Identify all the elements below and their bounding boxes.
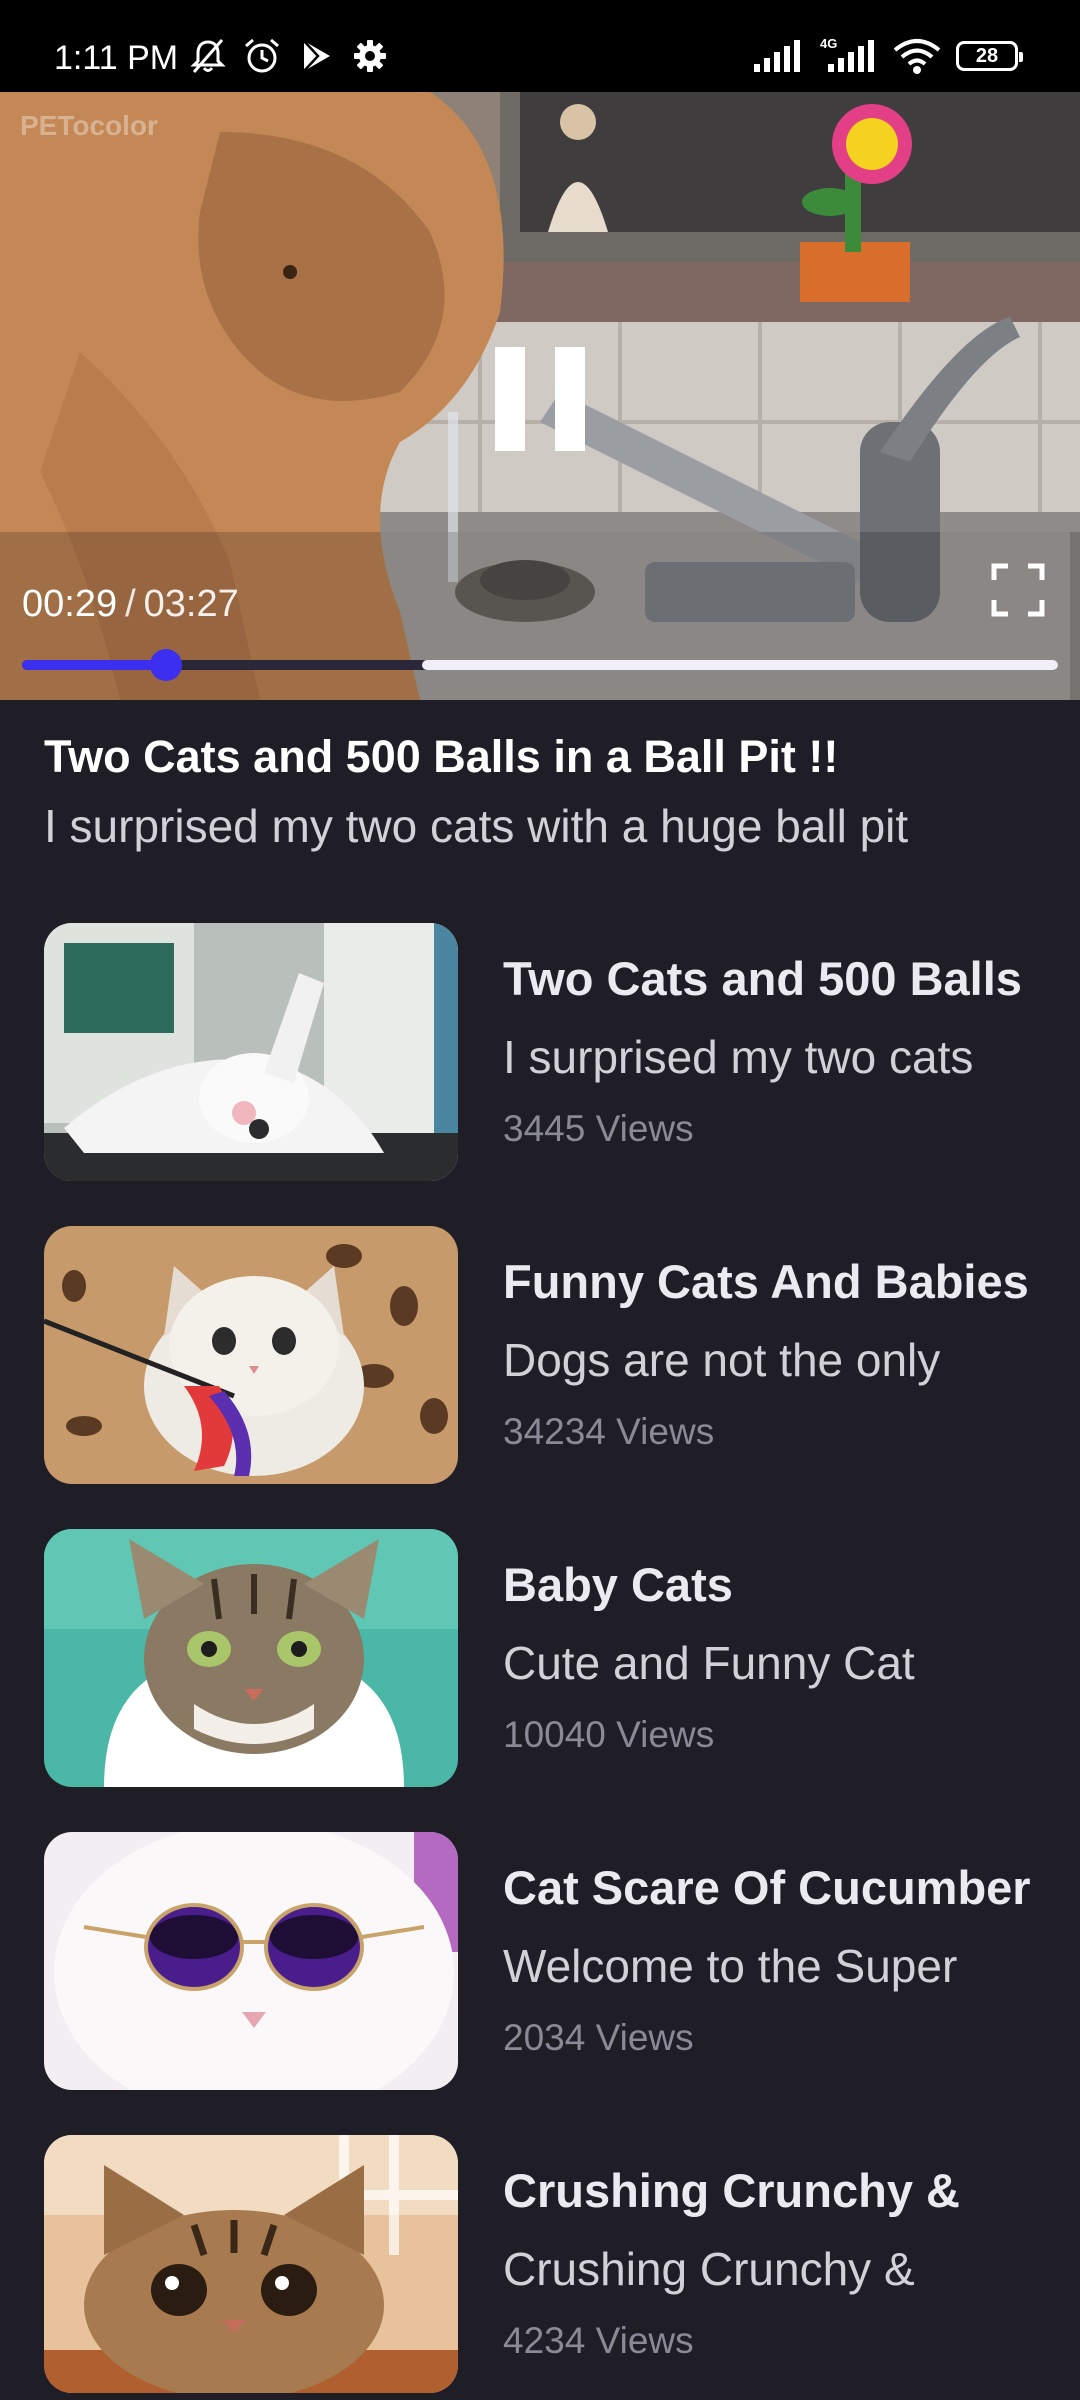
battery-icon: 28 — [956, 41, 1023, 71]
fullscreen-icon[interactable] — [990, 562, 1046, 618]
pause-bar-left — [495, 347, 525, 451]
video-player[interactable]: PETocolor 00:29/03:27 — [0, 92, 1080, 700]
video-thumbnail — [44, 1529, 458, 1787]
related-video-item[interactable]: Baby Cats Cute and Funny Cat 10040 Views — [0, 1529, 1080, 1787]
signal-4g-icon: 4G — [818, 36, 878, 76]
seek-bar-thumb[interactable] — [150, 649, 182, 681]
item-description: Welcome to the Super — [503, 1940, 958, 1992]
item-description: Crushing Crunchy & — [503, 2243, 915, 2295]
item-views: 4234 Views — [503, 2320, 694, 2361]
item-title: Crushing Crunchy & — [503, 2164, 960, 2217]
seek-bar[interactable] — [22, 649, 1058, 681]
item-title: Two Cats and 500 Balls — [503, 952, 1022, 1005]
item-views: 3445 Views — [503, 1108, 694, 1149]
video-description: I surprised my two cats with a huge ball… — [44, 800, 909, 852]
status-system-icons: 4G 28 — [752, 36, 1023, 76]
video-thumbnail — [44, 1226, 458, 1484]
seek-bar-buffered — [421, 660, 1058, 670]
wifi-icon — [892, 36, 942, 76]
battery-level: 28 — [975, 44, 999, 67]
muted-bell-icon — [188, 36, 228, 76]
time-separator: / — [125, 583, 136, 625]
item-title: Funny Cats And Babies — [503, 1255, 1029, 1308]
video-thumbnail — [44, 2135, 458, 2393]
current-time: 00:29 — [22, 583, 118, 625]
item-title: Baby Cats — [503, 1558, 733, 1611]
pause-bar-right — [555, 347, 585, 451]
seek-bar-played — [22, 660, 166, 670]
play-store-icon — [296, 36, 336, 76]
related-video-item[interactable]: Cat Scare Of Cucumber Welcome to the Sup… — [0, 1832, 1080, 2090]
status-notification-icons — [188, 36, 390, 76]
status-bar: 1:11 PM 4G 28 — [0, 0, 1080, 92]
time-readout: 00:29/03:27 — [22, 582, 239, 626]
alarm-icon — [242, 36, 282, 76]
network-type-label: 4G — [820, 36, 837, 51]
video-watermark: PETocolor — [20, 110, 158, 141]
video-thumbnail — [44, 1832, 458, 2090]
video-title: Two Cats and 500 Balls in a Ball Pit !! — [44, 731, 839, 782]
related-video-item[interactable]: Two Cats and 500 Balls I surprised my tw… — [0, 923, 1080, 1181]
settings-gear-icon — [350, 36, 390, 76]
item-title: Cat Scare Of Cucumber — [503, 1861, 1031, 1914]
related-video-item[interactable]: Crushing Crunchy & Crushing Crunchy & 42… — [0, 2135, 1080, 2393]
pause-button[interactable] — [495, 347, 585, 451]
item-description: I surprised my two cats — [503, 1031, 974, 1083]
item-views: 10040 Views — [503, 1714, 715, 1755]
video-thumbnail — [44, 923, 458, 1181]
signal-icon — [752, 36, 804, 76]
item-views: 34234 Views — [503, 1411, 715, 1452]
status-time: 1:11 PM — [54, 39, 179, 77]
item-description: Dogs are not the only — [503, 1334, 941, 1386]
related-video-item[interactable]: Funny Cats And Babies Dogs are not the o… — [0, 1226, 1080, 1484]
item-description: Cute and Funny Cat — [503, 1637, 915, 1689]
item-views: 2034 Views — [503, 2017, 694, 2058]
video-player-screen: 1:11 PM 4G 28 PETocolor 00:29 / 03:27 Tw… — [0, 0, 1080, 2400]
total-duration: 03:27 — [143, 583, 239, 625]
